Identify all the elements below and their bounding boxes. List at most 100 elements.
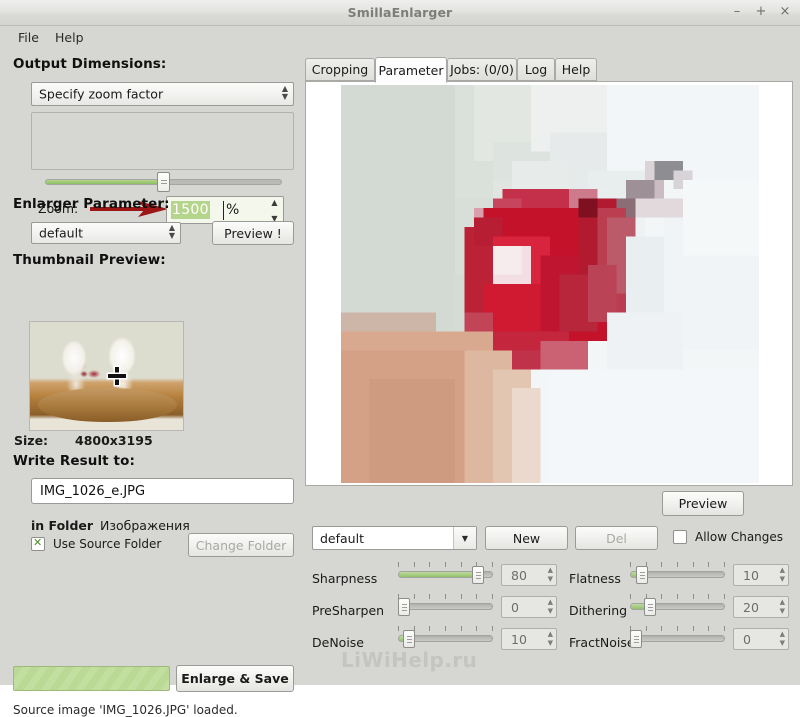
text-caret — [223, 201, 224, 220]
tab-cropping[interactable]: Cropping — [305, 58, 375, 81]
spinner-buttons[interactable]: ▲ ▼ — [548, 631, 553, 647]
slider-handle[interactable] — [644, 598, 656, 616]
change-folder-button[interactable]: Change Folder — [188, 533, 294, 557]
slider-presharpen[interactable] — [398, 594, 493, 618]
in-folder-label: in Folder — [31, 518, 94, 533]
enlarger-preset-combo[interactable]: default ▲ ▼ — [31, 222, 181, 244]
window-controls: – + × — [730, 4, 792, 20]
minimize-button[interactable]: – — [730, 4, 744, 20]
chevron-down-icon: ▼ — [453, 527, 476, 549]
slider-handle[interactable] — [398, 598, 410, 616]
thumbnail-table-shape — [38, 388, 177, 422]
tab-help[interactable]: Help — [555, 58, 597, 81]
param-label-fractnoise: FractNoise — [569, 635, 635, 650]
maximize-button[interactable]: + — [754, 4, 768, 20]
value-denoise[interactable]: 10 ▲ ▼ — [501, 628, 557, 650]
thumbnail-preview-title: Thumbnail Preview: — [13, 252, 166, 268]
value-flatness-text: 10 — [743, 567, 759, 583]
preset-combo-value: default — [320, 530, 364, 546]
output-filename-value: IMG_1026_e.JPG — [40, 483, 146, 499]
param-label-sharpness: Sharpness — [312, 571, 378, 586]
slider-flatness[interactable] — [630, 562, 725, 586]
spinner-buttons[interactable]: ▲ ▼ — [548, 599, 553, 615]
value-fractnoise[interactable]: 0 ▲ ▼ — [733, 628, 789, 650]
menu-file[interactable]: File — [13, 29, 44, 46]
use-source-folder-checkbox[interactable]: Use Source Folder — [31, 536, 162, 551]
in-folder-value: Изображения — [100, 518, 190, 533]
checkbox-unchecked-icon — [673, 530, 687, 544]
menu-help[interactable]: Help — [50, 29, 89, 46]
title-bar: SmillaEnlarger – + × — [0, 0, 800, 26]
right-panel: Cropping Parameter Jobs: (0/0) Log Help — [300, 48, 800, 661]
use-source-folder-label: Use Source Folder — [53, 537, 162, 551]
slider-handle[interactable] — [472, 566, 484, 584]
write-result-title: Write Result to: — [13, 453, 135, 469]
value-dithering[interactable]: 20 ▲ ▼ — [733, 596, 789, 618]
preview-button-row: Preview — [300, 488, 800, 518]
dimension-mode-value: Specify zoom factor — [39, 86, 164, 102]
watermark-text: LiWiHelp.ru — [341, 648, 478, 672]
output-dimensions-title: Output Dimensions: — [13, 56, 167, 72]
slider-fill — [399, 572, 474, 577]
spinner-buttons[interactable]: ▲ ▼ — [780, 631, 785, 647]
slider-handle[interactable] — [630, 630, 642, 648]
slider-dithering[interactable] — [630, 594, 725, 618]
value-presharpen-text: 0 — [511, 599, 519, 615]
spinner-buttons[interactable]: ▲ ▼ — [780, 567, 785, 583]
zoom-slider-handle[interactable] — [157, 172, 170, 192]
tick-marks — [630, 626, 725, 632]
menu-bar: File Help — [0, 26, 800, 48]
preview-exclaim-button[interactable]: Preview ! — [212, 221, 294, 245]
value-presharpen[interactable]: 0 ▲ ▼ — [501, 596, 557, 618]
preview-button[interactable]: Preview — [662, 491, 744, 516]
zoom-groupbox — [31, 112, 294, 170]
tab-log[interactable]: Log — [517, 58, 555, 81]
value-denoise-text: 10 — [511, 631, 527, 647]
param-label-presharpen: PreSharpen — [312, 603, 385, 618]
spinner-arrows-icon: ▲ ▼ — [168, 223, 175, 240]
param-label-flatness: Flatness — [569, 571, 621, 586]
allow-changes-label: Allow Changes — [695, 530, 784, 544]
slider-sharpness[interactable] — [398, 562, 493, 586]
enlarger-parameter-title: Enlarger Parameter: — [13, 196, 170, 212]
preset-combo[interactable]: default ▼ — [312, 526, 477, 550]
dimension-mode-combo[interactable]: Specify zoom factor ▲ ▼ — [31, 82, 294, 106]
crosshair-cursor-icon — [108, 367, 126, 385]
value-dithering-text: 20 — [743, 599, 759, 615]
slider-denoise[interactable] — [398, 626, 493, 650]
value-fractnoise-text: 0 — [743, 631, 751, 647]
zoom-slider-fill — [46, 180, 164, 184]
allow-changes-checkbox[interactable]: Allow Changes — [673, 530, 783, 544]
checkbox-checked-icon — [31, 536, 45, 551]
slider-handle[interactable] — [636, 566, 648, 584]
spinner-arrows-icon: ▲ ▼ — [281, 84, 288, 101]
parameter-panel: default ▼ New Del Allow Changes Sharpnes… — [305, 518, 795, 658]
new-preset-button[interactable]: New — [485, 526, 568, 550]
zoom-value-field[interactable]: 1500 % ▲ ▼ — [166, 196, 284, 224]
slider-track — [630, 635, 725, 642]
value-flatness[interactable]: 10 ▲ ▼ — [733, 564, 789, 586]
size-value: 4800x3195 — [75, 433, 153, 448]
tab-jobs[interactable]: Jobs: (0/0) — [447, 58, 517, 81]
param-label-dithering: Dithering — [569, 603, 628, 618]
value-sharpness[interactable]: 80 ▲ ▼ — [501, 564, 557, 586]
del-preset-button[interactable]: Del — [575, 526, 658, 550]
image-preview-area[interactable] — [305, 81, 793, 486]
enlarger-preset-value: default — [39, 225, 83, 241]
output-filename-input[interactable]: IMG_1026_e.JPG — [31, 478, 294, 504]
value-sharpness-text: 80 — [511, 567, 527, 583]
zoom-unit: % — [226, 202, 240, 218]
zoom-spinner-buttons[interactable]: ▲ ▼ — [268, 199, 281, 223]
slider-fractnoise[interactable] — [630, 626, 725, 650]
zoom-value: 1500 — [171, 201, 210, 219]
application-window: SmillaEnlarger – + × File Help Output Di… — [0, 0, 800, 717]
window-title: SmillaEnlarger — [347, 5, 453, 20]
enlarge-and-save-button[interactable]: Enlarge & Save — [176, 665, 294, 692]
slider-handle[interactable] — [403, 630, 415, 648]
spinner-buttons[interactable]: ▲ ▼ — [548, 567, 553, 583]
thumbnail-preview-image[interactable] — [29, 321, 184, 431]
pixelated-preview-image — [341, 85, 759, 483]
tab-parameter[interactable]: Parameter — [375, 57, 447, 83]
close-button[interactable]: × — [778, 4, 792, 20]
spinner-buttons[interactable]: ▲ ▼ — [780, 599, 785, 615]
